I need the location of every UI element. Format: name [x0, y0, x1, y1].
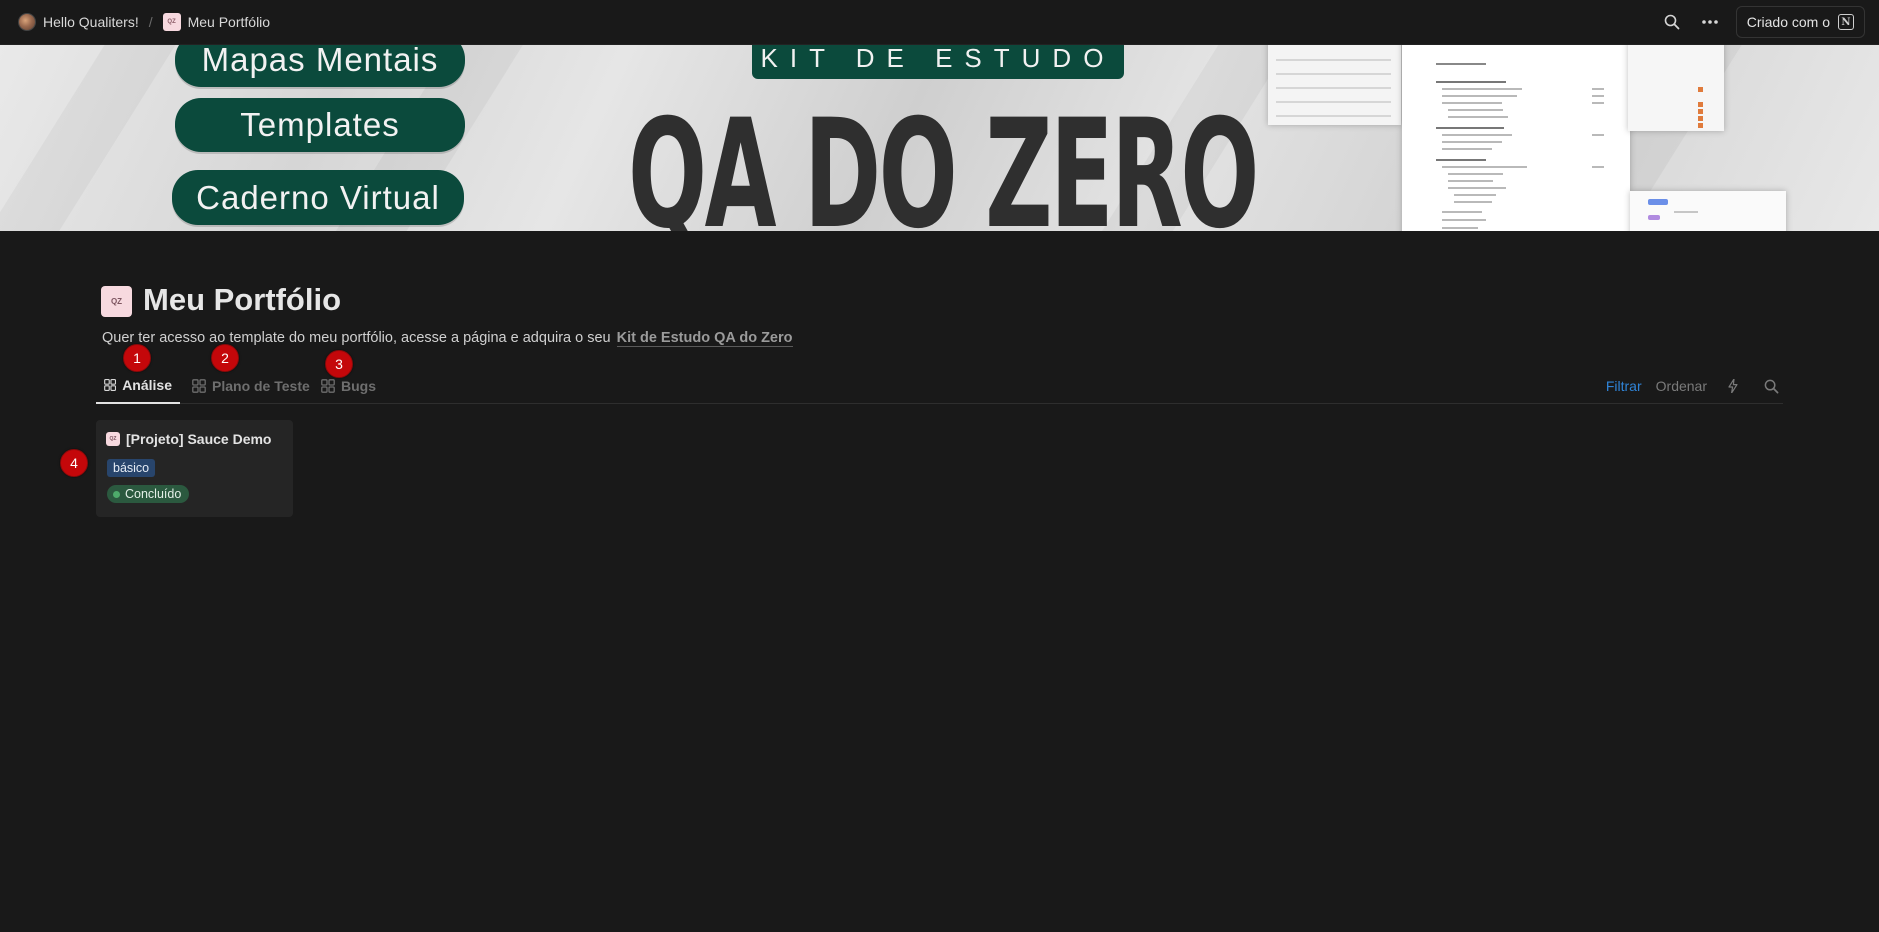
cover-pill-mind-maps: Mapas Mentais — [175, 45, 465, 87]
cover-kit-banner: KIT DE ESTUDO — [752, 45, 1124, 79]
status-dot-icon — [113, 490, 120, 498]
search-icon[interactable] — [1759, 374, 1783, 398]
annotation-marker-2: 2 — [211, 344, 239, 372]
cover-checklist-image — [1628, 45, 1724, 131]
breadcrumb-workspace[interactable]: Hello Qualiters! — [18, 13, 139, 31]
made-with-label: Criado com o — [1746, 14, 1830, 30]
status-label: Concluído — [125, 487, 182, 501]
gallery-card-sauce-demo[interactable]: QZ [Projeto] Sauce Demo básico Concluído — [96, 420, 293, 517]
tab-analise[interactable]: Análise — [96, 368, 180, 404]
filter-button[interactable]: Filtrar — [1606, 378, 1642, 394]
page-title: Meu Portfólio — [143, 282, 342, 317]
level-tag: básico — [107, 459, 156, 477]
card-title: QZ [Projeto] Sauce Demo — [106, 431, 271, 447]
status-badge: Concluído — [107, 485, 190, 503]
tab-analise-label: Análise — [122, 377, 172, 393]
notion-logo-icon: N — [1838, 14, 1854, 30]
cover-document-image — [1402, 45, 1630, 231]
breadcrumb: Hello Qualiters! / QZ Meu Portfólio — [18, 13, 270, 31]
page-description-text: Quer ter acesso ao template do meu portf… — [102, 330, 611, 346]
annotation-marker-4: 4 — [60, 449, 88, 477]
breadcrumb-workspace-label: Hello Qualiters! — [43, 14, 139, 30]
annotation-marker-3: 3 — [325, 350, 353, 378]
gallery-view-icon — [192, 379, 206, 393]
search-icon[interactable] — [1660, 10, 1684, 34]
card-page-icon: QZ — [106, 432, 120, 446]
cover-image: Mapas Mentais Templates Caderno Virtual … — [0, 45, 1879, 231]
cover-spreadsheet-image — [1268, 45, 1401, 125]
tab-plano-de-teste[interactable]: Plano de Teste — [184, 368, 318, 404]
card-title-label: [Projeto] Sauce Demo — [126, 431, 272, 447]
breadcrumb-current-page[interactable]: QZ Meu Portfólio — [162, 13, 271, 31]
lightning-icon[interactable] — [1721, 374, 1745, 398]
page-icon[interactable]: QZ — [101, 286, 132, 317]
page-description: Quer ter acesso ao template do meu portf… — [102, 330, 793, 347]
top-actions: Criado com o N — [1660, 6, 1865, 38]
made-with-notion-button[interactable]: Criado com o N — [1735, 6, 1865, 38]
more-horizontal-icon[interactable] — [1698, 10, 1722, 34]
cover-big-title: QA DO ZERO — [628, 88, 1259, 231]
sort-button[interactable]: Ordenar — [1656, 378, 1707, 394]
gallery-view-icon — [321, 379, 335, 393]
annotation-marker-1: 1 — [123, 344, 151, 372]
breadcrumb-current-label: Meu Portfólio — [187, 14, 271, 30]
workspace-avatar — [18, 13, 36, 31]
cover-pill-virtual-notebook: Caderno Virtual — [172, 170, 464, 225]
gallery-view-icon — [104, 379, 117, 391]
tab-bugs-label: Bugs — [341, 378, 376, 394]
tab-plano-de-teste-label: Plano de Teste — [212, 378, 310, 394]
cover-mindmap-image — [1630, 191, 1786, 231]
page-mini-icon: QZ — [162, 13, 181, 31]
kit-study-link[interactable]: Kit de Estudo QA do Zero — [616, 330, 793, 347]
cover-pill-templates: Templates — [175, 98, 465, 152]
breadcrumb-separator: / — [148, 14, 153, 30]
view-actions: Filtrar Ordenar — [1606, 368, 1783, 404]
top-bar: Hello Qualiters! / QZ Meu Portfólio Cria… — [0, 0, 1879, 45]
